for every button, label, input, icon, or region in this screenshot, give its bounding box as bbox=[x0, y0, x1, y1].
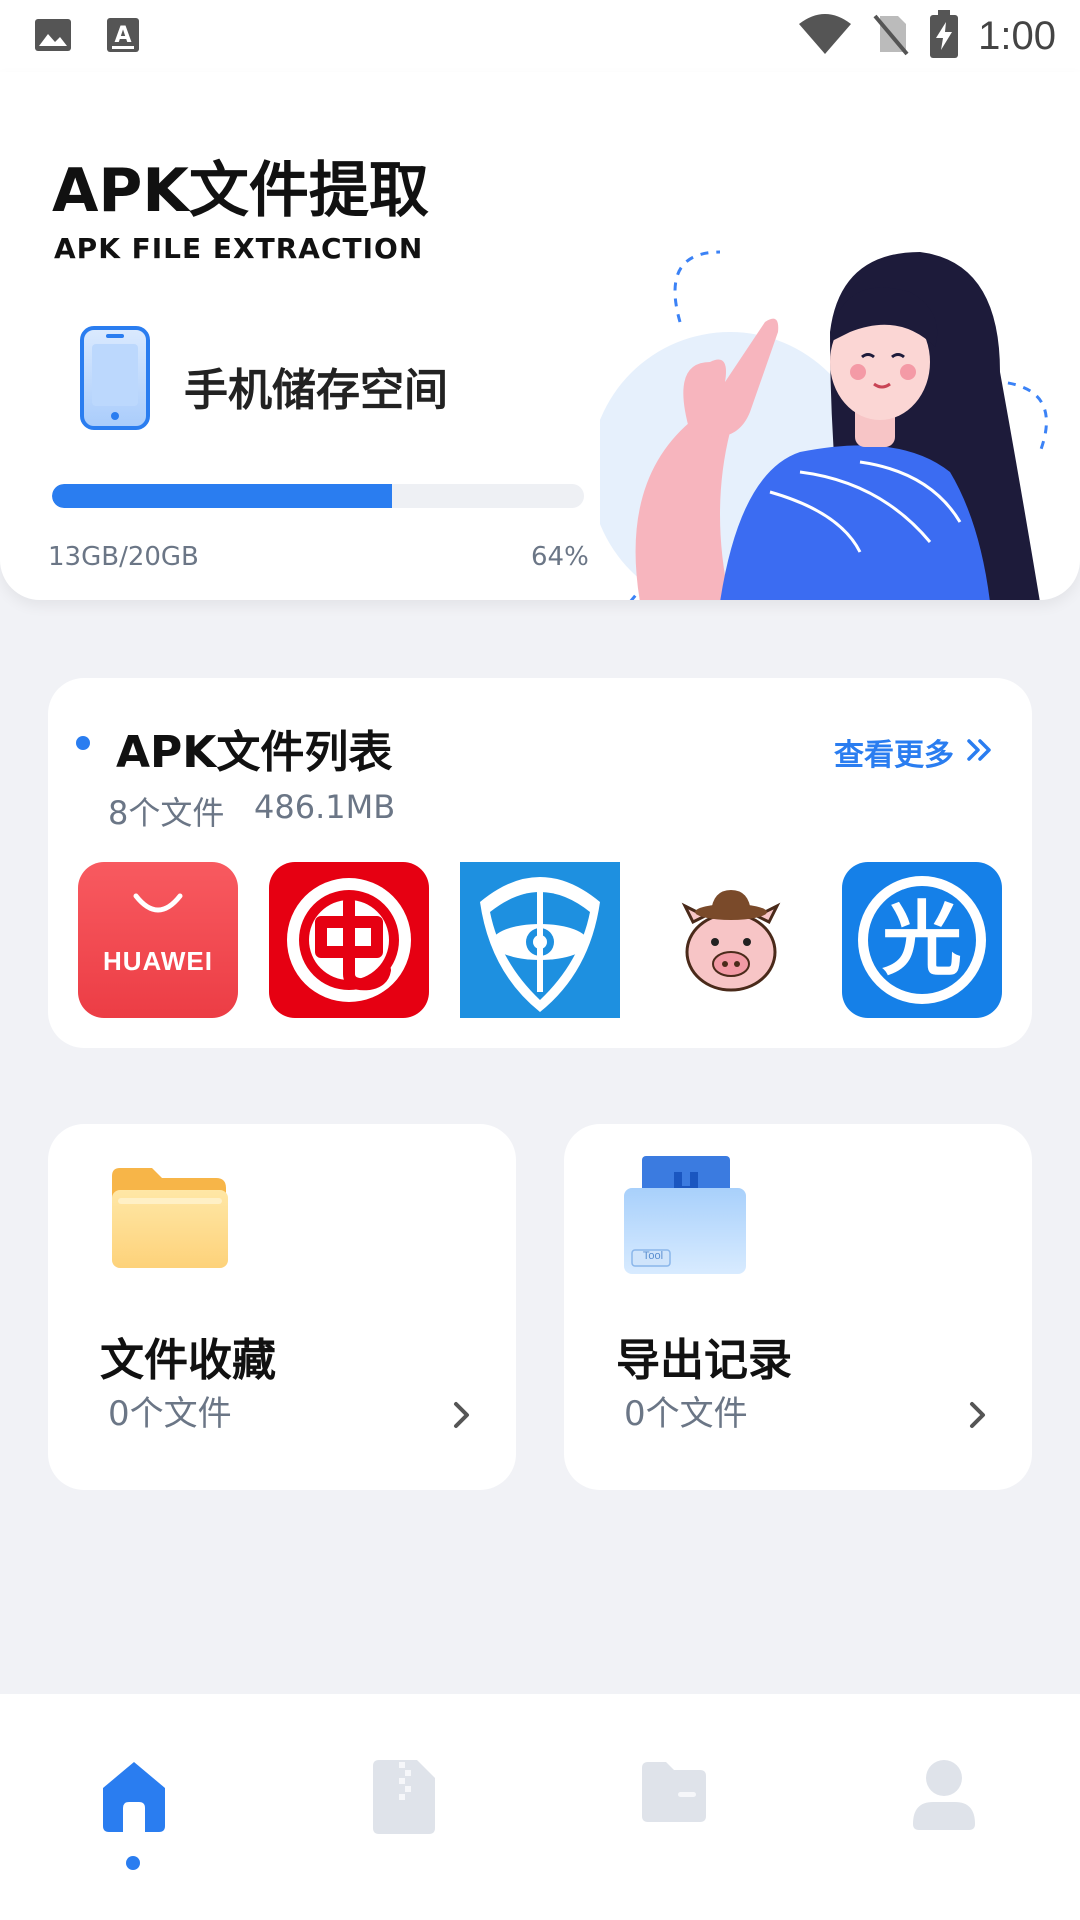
double-chevron-right-icon bbox=[966, 735, 994, 770]
pig-cowboy-app-icon[interactable] bbox=[651, 862, 811, 1018]
apk-list-title: APK文件列表 bbox=[116, 727, 393, 778]
folder-icon bbox=[638, 1758, 710, 1878]
favorites-count: 0个文件 bbox=[108, 1394, 232, 1434]
nav-profile[interactable] bbox=[884, 1758, 1004, 1878]
status-time: 1:00 bbox=[978, 13, 1056, 58]
nav-home[interactable] bbox=[74, 1758, 194, 1878]
no-sim-icon bbox=[872, 12, 910, 60]
export-records-count: 0个文件 bbox=[624, 1394, 748, 1434]
light-app-icon[interactable]: 光 bbox=[842, 862, 1002, 1018]
blue-atom-app-icon[interactable] bbox=[460, 862, 620, 1018]
storage-hero-card: APK文件提取 APK FILE EXTRACTION 手机储存空间 13GB/… bbox=[0, 72, 1080, 600]
nav-active-dot bbox=[126, 1856, 140, 1870]
nav-files[interactable] bbox=[344, 1758, 464, 1878]
file-favorites-card[interactable]: 文件收藏 0个文件 bbox=[48, 1124, 516, 1490]
user-icon bbox=[911, 1758, 977, 1878]
battery-charging-icon bbox=[930, 10, 959, 62]
phone-icon bbox=[78, 324, 154, 440]
export-records-card[interactable]: Tool 导出记录 0个文件 bbox=[564, 1124, 1032, 1490]
woman-pointing-illustration bbox=[590, 222, 1080, 600]
bottom-navigation bbox=[0, 1694, 1080, 1920]
favorites-title: 文件收藏 bbox=[100, 1335, 276, 1386]
storage-percent-text: 64% bbox=[531, 542, 589, 572]
chevron-right-icon bbox=[968, 1400, 988, 1434]
svg-text:A: A bbox=[114, 23, 131, 48]
storage-used-text: 13GB/20GB bbox=[48, 542, 199, 572]
wifi-icon bbox=[798, 12, 852, 60]
status-bar: A 1:00 bbox=[0, 0, 1080, 72]
storage-progress-bar bbox=[52, 484, 584, 508]
view-more-label: 查看更多 bbox=[834, 738, 954, 773]
page-title: APK文件提取 bbox=[52, 156, 429, 226]
huawei-appgallery-icon[interactable]: HUAWEI bbox=[78, 862, 238, 1018]
export-records-title: 导出记录 bbox=[616, 1335, 792, 1386]
zip-file-icon bbox=[369, 1758, 439, 1878]
page-subtitle: APK FILE EXTRACTION bbox=[54, 232, 424, 265]
storage-label: 手机储存空间 bbox=[184, 365, 448, 416]
apk-file-count: 8个文件 bbox=[108, 794, 225, 832]
tool-tag: Tool bbox=[642, 1250, 664, 1262]
text-icon: A bbox=[106, 16, 140, 58]
image-icon bbox=[34, 16, 72, 58]
huawei-label: HUAWEI bbox=[103, 946, 213, 976]
view-more-link[interactable]: 查看更多 bbox=[834, 730, 994, 774]
red-bug-app-icon[interactable] bbox=[269, 862, 429, 1018]
nav-folder[interactable] bbox=[614, 1758, 734, 1878]
chevron-right-icon bbox=[452, 1400, 472, 1434]
toolbox-icon: Tool bbox=[620, 1152, 750, 1286]
storage-progress-fill bbox=[52, 484, 393, 508]
section-dot bbox=[76, 736, 90, 750]
light-app-glyph: 光 bbox=[882, 893, 962, 986]
apk-list-card[interactable]: APK文件列表 8个文件 486.1MB 查看更多 HUAWEI 光 bbox=[48, 678, 1032, 1048]
folder-icon bbox=[104, 1152, 234, 1286]
apk-total-size: 486.1MB bbox=[254, 788, 396, 826]
